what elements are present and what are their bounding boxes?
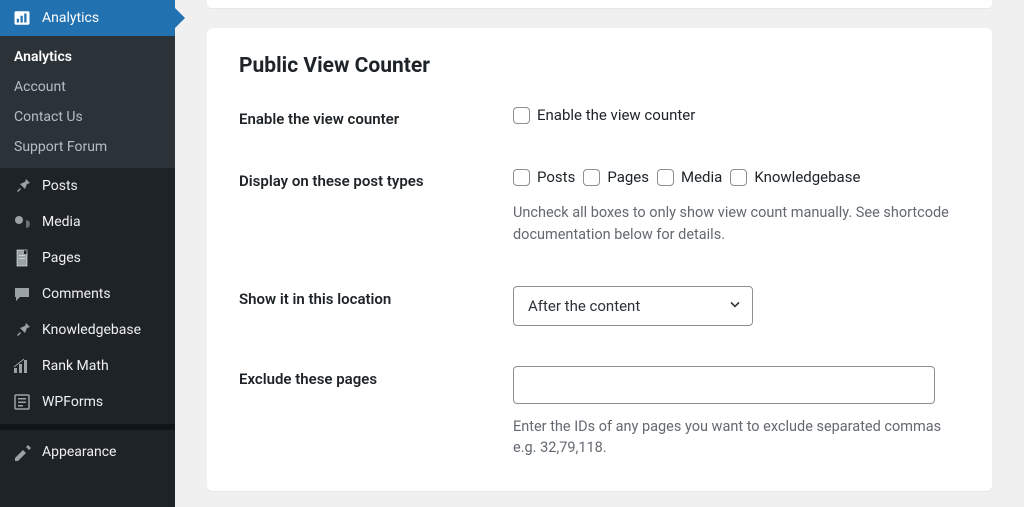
analytics-icon <box>12 8 32 28</box>
checkbox-label: Media <box>681 168 722 186</box>
submenu-item-contact-us[interactable]: Contact Us <box>0 102 175 132</box>
sidebar-item-label: Analytics <box>42 10 99 26</box>
sidebar-item-posts[interactable]: Posts <box>0 168 175 204</box>
wpforms-icon <box>12 392 32 412</box>
checkbox-icon <box>583 169 600 186</box>
pages-icon <box>12 248 32 268</box>
sidebar-item-media[interactable]: Media <box>0 204 175 240</box>
sidebar-item-label: Media <box>42 214 81 230</box>
submenu-item-analytics[interactable]: Analytics <box>0 42 175 72</box>
exclude-pages-input[interactable] <box>513 366 935 404</box>
checkbox-label: Pages <box>607 168 649 186</box>
settings-main: Public View Counter Enable the view coun… <box>175 0 1024 507</box>
exclude-label: Exclude these pages <box>239 366 513 388</box>
sidebar-item-pages[interactable]: Pages <box>0 240 175 276</box>
sidebar-item-label: WPForms <box>42 394 103 410</box>
sidebar-item-label: Appearance <box>42 444 116 460</box>
media-icon <box>12 212 32 232</box>
checkbox-icon <box>513 169 530 186</box>
submenu-item-account[interactable]: Account <box>0 72 175 102</box>
post-types-help: Uncheck all boxes to only show view coun… <box>513 202 960 246</box>
checkbox-label: Knowledgebase <box>754 168 860 186</box>
previous-card-stub <box>207 0 992 8</box>
checkbox-icon <box>657 169 674 186</box>
row-post-types: Display on these post types Posts Pages <box>239 168 960 246</box>
sidebar-submenu: Analytics Account Contact Us Support For… <box>0 36 175 168</box>
admin-sidebar: Analytics Analytics Account Contact Us S… <box>0 0 175 507</box>
enable-label: Enable the view counter <box>239 106 513 128</box>
location-select[interactable]: After the content <box>513 286 753 326</box>
sidebar-item-label: Pages <box>42 250 81 266</box>
sidebar-item-rank-math[interactable]: Rank Math <box>0 348 175 384</box>
submenu-item-support-forum[interactable]: Support Forum <box>0 132 175 162</box>
checkbox-icon <box>730 169 747 186</box>
row-location: Show it in this location After the conte… <box>239 286 960 326</box>
checkbox-icon <box>513 107 530 124</box>
post-type-posts-checkbox[interactable]: Posts <box>513 168 575 186</box>
sidebar-item-label: Knowledgebase <box>42 322 141 338</box>
pushpin-icon <box>12 176 32 196</box>
enable-view-counter-checkbox[interactable]: Enable the view counter <box>513 106 695 124</box>
post-type-media-checkbox[interactable]: Media <box>657 168 722 186</box>
comments-icon <box>12 284 32 304</box>
pushpin-icon <box>12 320 32 340</box>
sidebar-item-analytics[interactable]: Analytics <box>0 0 175 36</box>
row-exclude-pages: Exclude these pages Enter the IDs of any… <box>239 366 960 460</box>
select-value: After the content <box>528 297 640 315</box>
post-type-knowledgebase-checkbox[interactable]: Knowledgebase <box>730 168 860 186</box>
card-title: Public View Counter <box>239 54 960 78</box>
public-view-counter-card: Public View Counter Enable the view coun… <box>207 28 992 491</box>
sidebar-item-knowledgebase[interactable]: Knowledgebase <box>0 312 175 348</box>
checkbox-label: Posts <box>537 168 575 186</box>
location-label: Show it in this location <box>239 286 513 308</box>
rank-math-icon <box>12 356 32 376</box>
sidebar-item-label: Rank Math <box>42 358 109 374</box>
sidebar-item-appearance[interactable]: Appearance <box>0 434 175 470</box>
appearance-icon <box>12 442 32 462</box>
post-types-label: Display on these post types <box>239 168 513 190</box>
sidebar-item-comments[interactable]: Comments <box>0 276 175 312</box>
row-enable-view-counter: Enable the view counter Enable the view … <box>239 106 960 128</box>
sidebar-item-label: Posts <box>42 178 78 194</box>
sidebar-item-wpforms[interactable]: WPForms <box>0 384 175 420</box>
checkbox-label: Enable the view counter <box>537 106 695 124</box>
sidebar-separator <box>0 424 175 430</box>
sidebar-item-label: Comments <box>42 286 111 302</box>
exclude-help: Enter the IDs of any pages you want to e… <box>513 416 960 460</box>
post-type-pages-checkbox[interactable]: Pages <box>583 168 649 186</box>
